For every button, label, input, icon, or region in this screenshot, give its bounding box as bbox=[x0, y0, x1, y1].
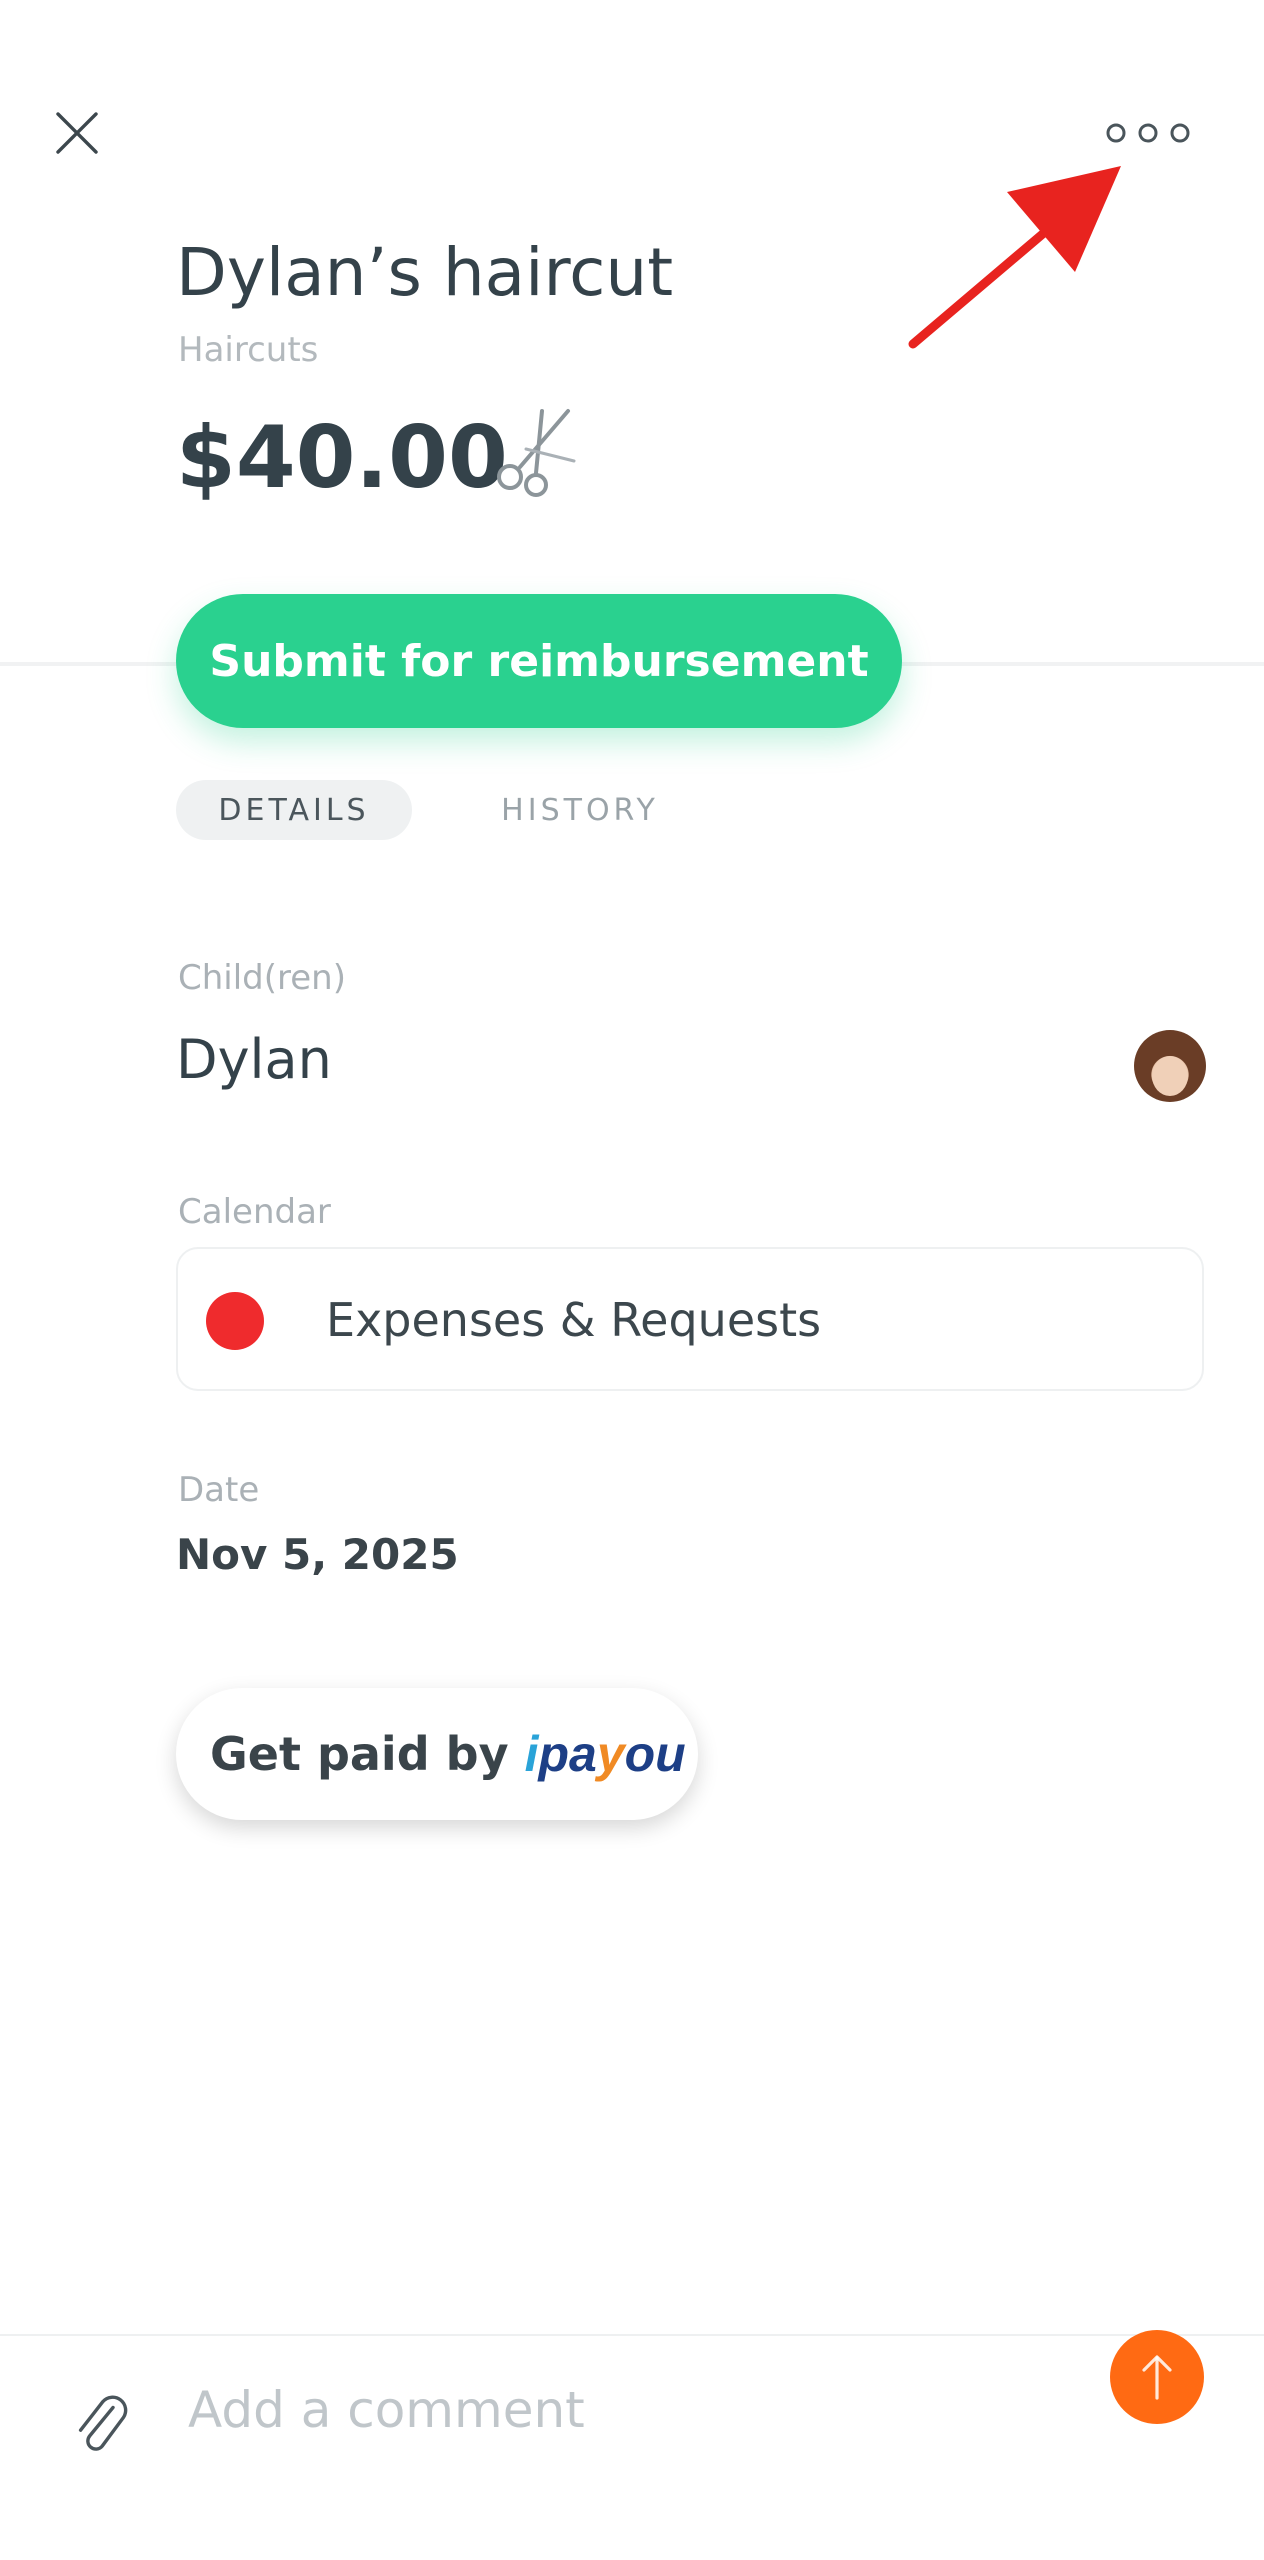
close-icon bbox=[56, 112, 98, 154]
calendar-value: Expenses & Requests bbox=[326, 1293, 822, 1347]
arrow-up-icon bbox=[1142, 2355, 1172, 2400]
date-label: Date bbox=[178, 1470, 260, 1510]
submit-reimbursement-button[interactable]: Submit for reimbursement bbox=[176, 594, 902, 728]
paperclip-icon bbox=[78, 2395, 128, 2451]
ipayou-logo: ipayou bbox=[524, 1726, 686, 1782]
attach-button[interactable] bbox=[78, 2388, 128, 2460]
page-title: Dylan’s haircut bbox=[176, 234, 674, 311]
close-button[interactable] bbox=[52, 108, 102, 158]
red-arrow-annotation bbox=[908, 166, 1121, 349]
children-value: Dylan bbox=[176, 1028, 332, 1091]
amount-value: $40.00 bbox=[176, 408, 508, 508]
get-paid-label: Get paid by bbox=[210, 1727, 509, 1781]
category-label: Haircuts bbox=[178, 330, 319, 370]
date-value: Nov 5, 2025 bbox=[176, 1530, 459, 1579]
more-dots-icon bbox=[1106, 123, 1190, 143]
comment-input[interactable] bbox=[186, 2374, 1060, 2446]
calendar-label: Calendar bbox=[178, 1192, 331, 1232]
calendar-color-dot bbox=[206, 1292, 264, 1350]
calendar-selector[interactable]: Expenses & Requests bbox=[176, 1247, 1204, 1391]
more-options-button[interactable] bbox=[1100, 115, 1196, 151]
tab-details[interactable]: DETAILS bbox=[176, 780, 412, 840]
scissors-icon bbox=[497, 409, 576, 497]
comment-bar-divider bbox=[0, 2334, 1264, 2336]
avatar bbox=[1134, 1030, 1206, 1102]
tab-history[interactable]: HISTORY bbox=[470, 780, 690, 840]
send-button[interactable] bbox=[1110, 2330, 1204, 2424]
get-paid-ipayou-button[interactable]: Get paid by ipayou bbox=[176, 1688, 698, 1820]
children-label: Child(ren) bbox=[178, 958, 346, 998]
